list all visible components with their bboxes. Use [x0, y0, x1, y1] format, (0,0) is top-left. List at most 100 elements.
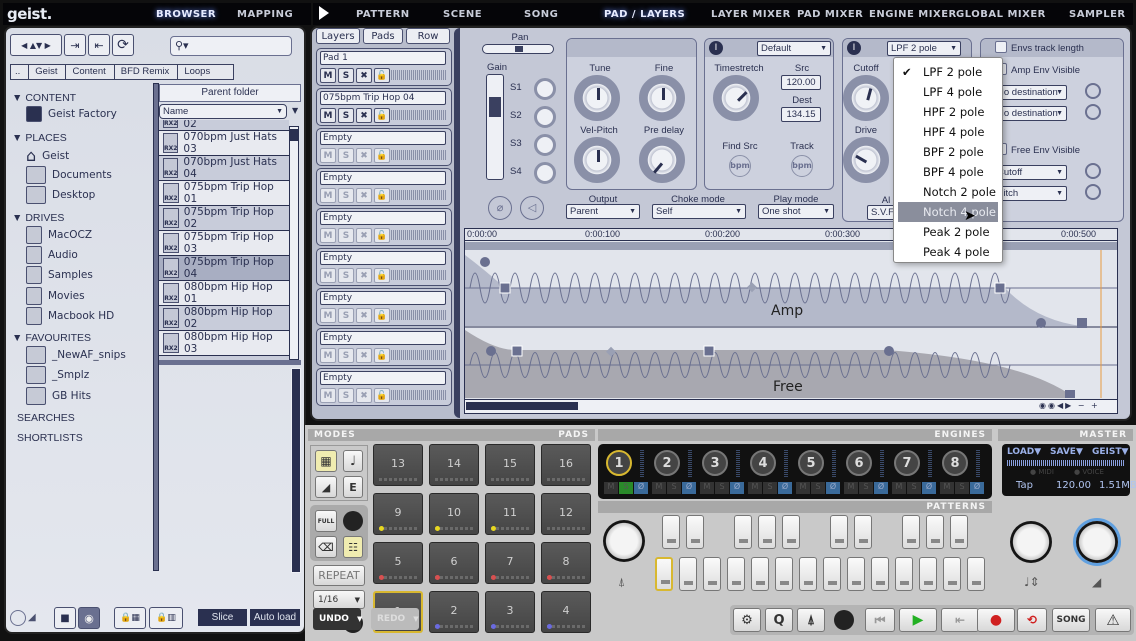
engine-solo-button[interactable]: S	[715, 482, 729, 494]
layer-slot[interactable]: Empty M S ✖ 🔓	[316, 168, 452, 206]
solo-button[interactable]: S	[338, 268, 354, 283]
auto-load-button[interactable]: Auto load	[250, 609, 300, 626]
horizontal-scrollbar[interactable]: ◉◉◀▶ − +	[465, 399, 1117, 413]
solo-button[interactable]: S	[338, 108, 354, 123]
envs-track-length-checkbox[interactable]	[995, 41, 1007, 53]
choke-mode-select[interactable]: Self	[652, 204, 746, 219]
mute-button[interactable]: M	[320, 68, 336, 83]
breadcrumb-bfd-remix[interactable]: BFD Remix	[113, 65, 178, 79]
filter-option[interactable]: BPF 4 pole	[898, 162, 998, 182]
engine-solo-button[interactable]: S	[859, 482, 873, 494]
pattern-variation-button[interactable]	[950, 515, 968, 549]
pattern-button[interactable]	[871, 557, 889, 591]
pattern-button[interactable]	[775, 557, 793, 591]
engine-select-button[interactable]: 2	[654, 450, 680, 476]
mute-button[interactable]: M	[320, 268, 336, 283]
amp-dest-2-amount-knob[interactable]	[1085, 104, 1101, 120]
pattern-variation-button[interactable]	[830, 515, 848, 549]
master-tune-knob[interactable]	[1010, 521, 1052, 563]
velocity-mode-icon[interactable]: ◢	[315, 476, 337, 498]
tab-global-mixer[interactable]: GLOBAL MIXER	[956, 9, 1046, 20]
section-shortlists[interactable]: SHORTLISTS	[17, 432, 83, 444]
mute-button[interactable]: M	[320, 388, 336, 403]
quantize-icon[interactable]: Q	[765, 608, 793, 632]
solo-button[interactable]: S	[338, 188, 354, 203]
velocity-knob[interactable]	[343, 511, 363, 531]
tree-item-desktop[interactable]: Desktop	[26, 186, 95, 204]
keyboard-mode-icon[interactable]: ☷	[343, 536, 363, 558]
tree-item-audio[interactable]: Audio	[26, 246, 78, 264]
engine-solo-button[interactable]: S	[763, 482, 777, 494]
loop-region-bar[interactable]	[465, 242, 1117, 250]
tree-item-samples[interactable]: Samples	[26, 266, 93, 284]
engine-select-button[interactable]: 8	[942, 450, 968, 476]
pattern-button[interactable]	[703, 557, 721, 591]
midi-icon[interactable]: ⚙	[733, 608, 761, 632]
engine-solo-button[interactable]: S	[907, 482, 921, 494]
pad-button[interactable]: 4	[541, 591, 591, 633]
engine-select-button[interactable]: 6	[846, 450, 872, 476]
lock-pads-button[interactable]: 🔒▦	[114, 607, 146, 629]
pan-handle[interactable]	[515, 46, 523, 52]
remove-from-favourites-icon[interactable]: ⇤	[88, 34, 110, 56]
pattern-button[interactable]	[799, 557, 817, 591]
fine-knob[interactable]	[639, 75, 685, 121]
engine-mode-icon[interactable]: E	[343, 476, 363, 498]
lock-icon[interactable]: 🔓	[374, 308, 390, 323]
output-select[interactable]: Parent	[566, 204, 640, 219]
metronome-volume-knob[interactable]	[834, 610, 854, 630]
pad-button[interactable]: 6	[429, 542, 479, 584]
lock-icon[interactable]: 🔓	[374, 188, 390, 203]
src-bpm-field[interactable]: 120.00	[781, 75, 821, 90]
engine-select-button[interactable]: 3	[702, 450, 728, 476]
timestretch-power-icon[interactable]: I	[709, 41, 723, 55]
mute-button[interactable]: M	[320, 148, 336, 163]
breadcrumb-content[interactable]: Content	[65, 65, 113, 79]
layer-name[interactable]: Empty	[320, 171, 446, 185]
tab-layers[interactable]: Layers	[316, 28, 360, 44]
pad-button[interactable]: 9	[373, 493, 423, 535]
engine-solo-button[interactable]: S	[619, 482, 633, 494]
repeat-rate-select[interactable]: 1/16 ▼	[313, 590, 365, 609]
note-mode-icon[interactable]: ♩	[343, 450, 363, 472]
lock-icon[interactable]: 🔓	[374, 388, 390, 403]
preview-splitter[interactable]	[159, 360, 301, 365]
link-disabled-icon[interactable]: ⌀	[488, 196, 512, 220]
lock-icon[interactable]: 🔓	[374, 348, 390, 363]
vel-pitch-knob[interactable]	[574, 137, 620, 183]
delete-icon[interactable]: ✖	[356, 68, 372, 83]
tab-sampler[interactable]: SAMPLER	[1069, 9, 1126, 20]
layer-name[interactable]: Empty	[320, 211, 446, 225]
section-content[interactable]: ▼ CONTENT	[12, 92, 76, 104]
engine-phase-button[interactable]: Ø	[634, 482, 648, 494]
breadcrumb-loops[interactable]: Loops	[177, 65, 218, 79]
engine-phase-button[interactable]: Ø	[778, 482, 792, 494]
free-dest-2-amount-knob[interactable]	[1085, 184, 1101, 200]
free-dest-2-select[interactable]: Pitch	[993, 186, 1067, 201]
tab-scene[interactable]: SCENE	[443, 9, 482, 20]
section-favourites[interactable]: ▼ FAVOURITES	[12, 332, 91, 344]
lock-icon[interactable]: 🔓	[374, 268, 390, 283]
mute-button[interactable]: M	[320, 188, 336, 203]
engine-mute-button[interactable]: M	[604, 482, 618, 494]
load-menu[interactable]: LOAD▼	[1007, 447, 1041, 457]
section-drives[interactable]: ▼ DRIVES	[12, 212, 64, 224]
timeline-ruler[interactable]: 0:00:00 0:00:100 0:00:200 0:00:300 0:00:…	[465, 229, 1117, 241]
pattern-variation-button[interactable]	[686, 515, 704, 549]
pattern-button[interactable]	[943, 557, 961, 591]
grid-mode-icon[interactable]: ▦	[315, 450, 337, 472]
master-volume-knob[interactable]	[1076, 521, 1118, 563]
filter-option[interactable]: Notch 4 pole	[898, 202, 998, 222]
gain-fader[interactable]	[486, 74, 504, 180]
layer-name[interactable]: Empty	[320, 131, 446, 145]
pattern-button[interactable]	[847, 557, 865, 591]
tap-tempo-button[interactable]: Tap	[1016, 480, 1033, 491]
pattern-button[interactable]	[679, 557, 697, 591]
delete-icon[interactable]: ✖	[356, 308, 372, 323]
find-src-bpm-button[interactable]: bpm	[729, 155, 751, 177]
engine-mute-button[interactable]: M	[796, 482, 810, 494]
delete-icon[interactable]: ✖	[356, 268, 372, 283]
engine-phase-button[interactable]: Ø	[682, 482, 696, 494]
zoom-controls[interactable]: ◉◉◀▶ − +	[1039, 401, 1100, 410]
cutoff-knob[interactable]	[843, 75, 889, 121]
